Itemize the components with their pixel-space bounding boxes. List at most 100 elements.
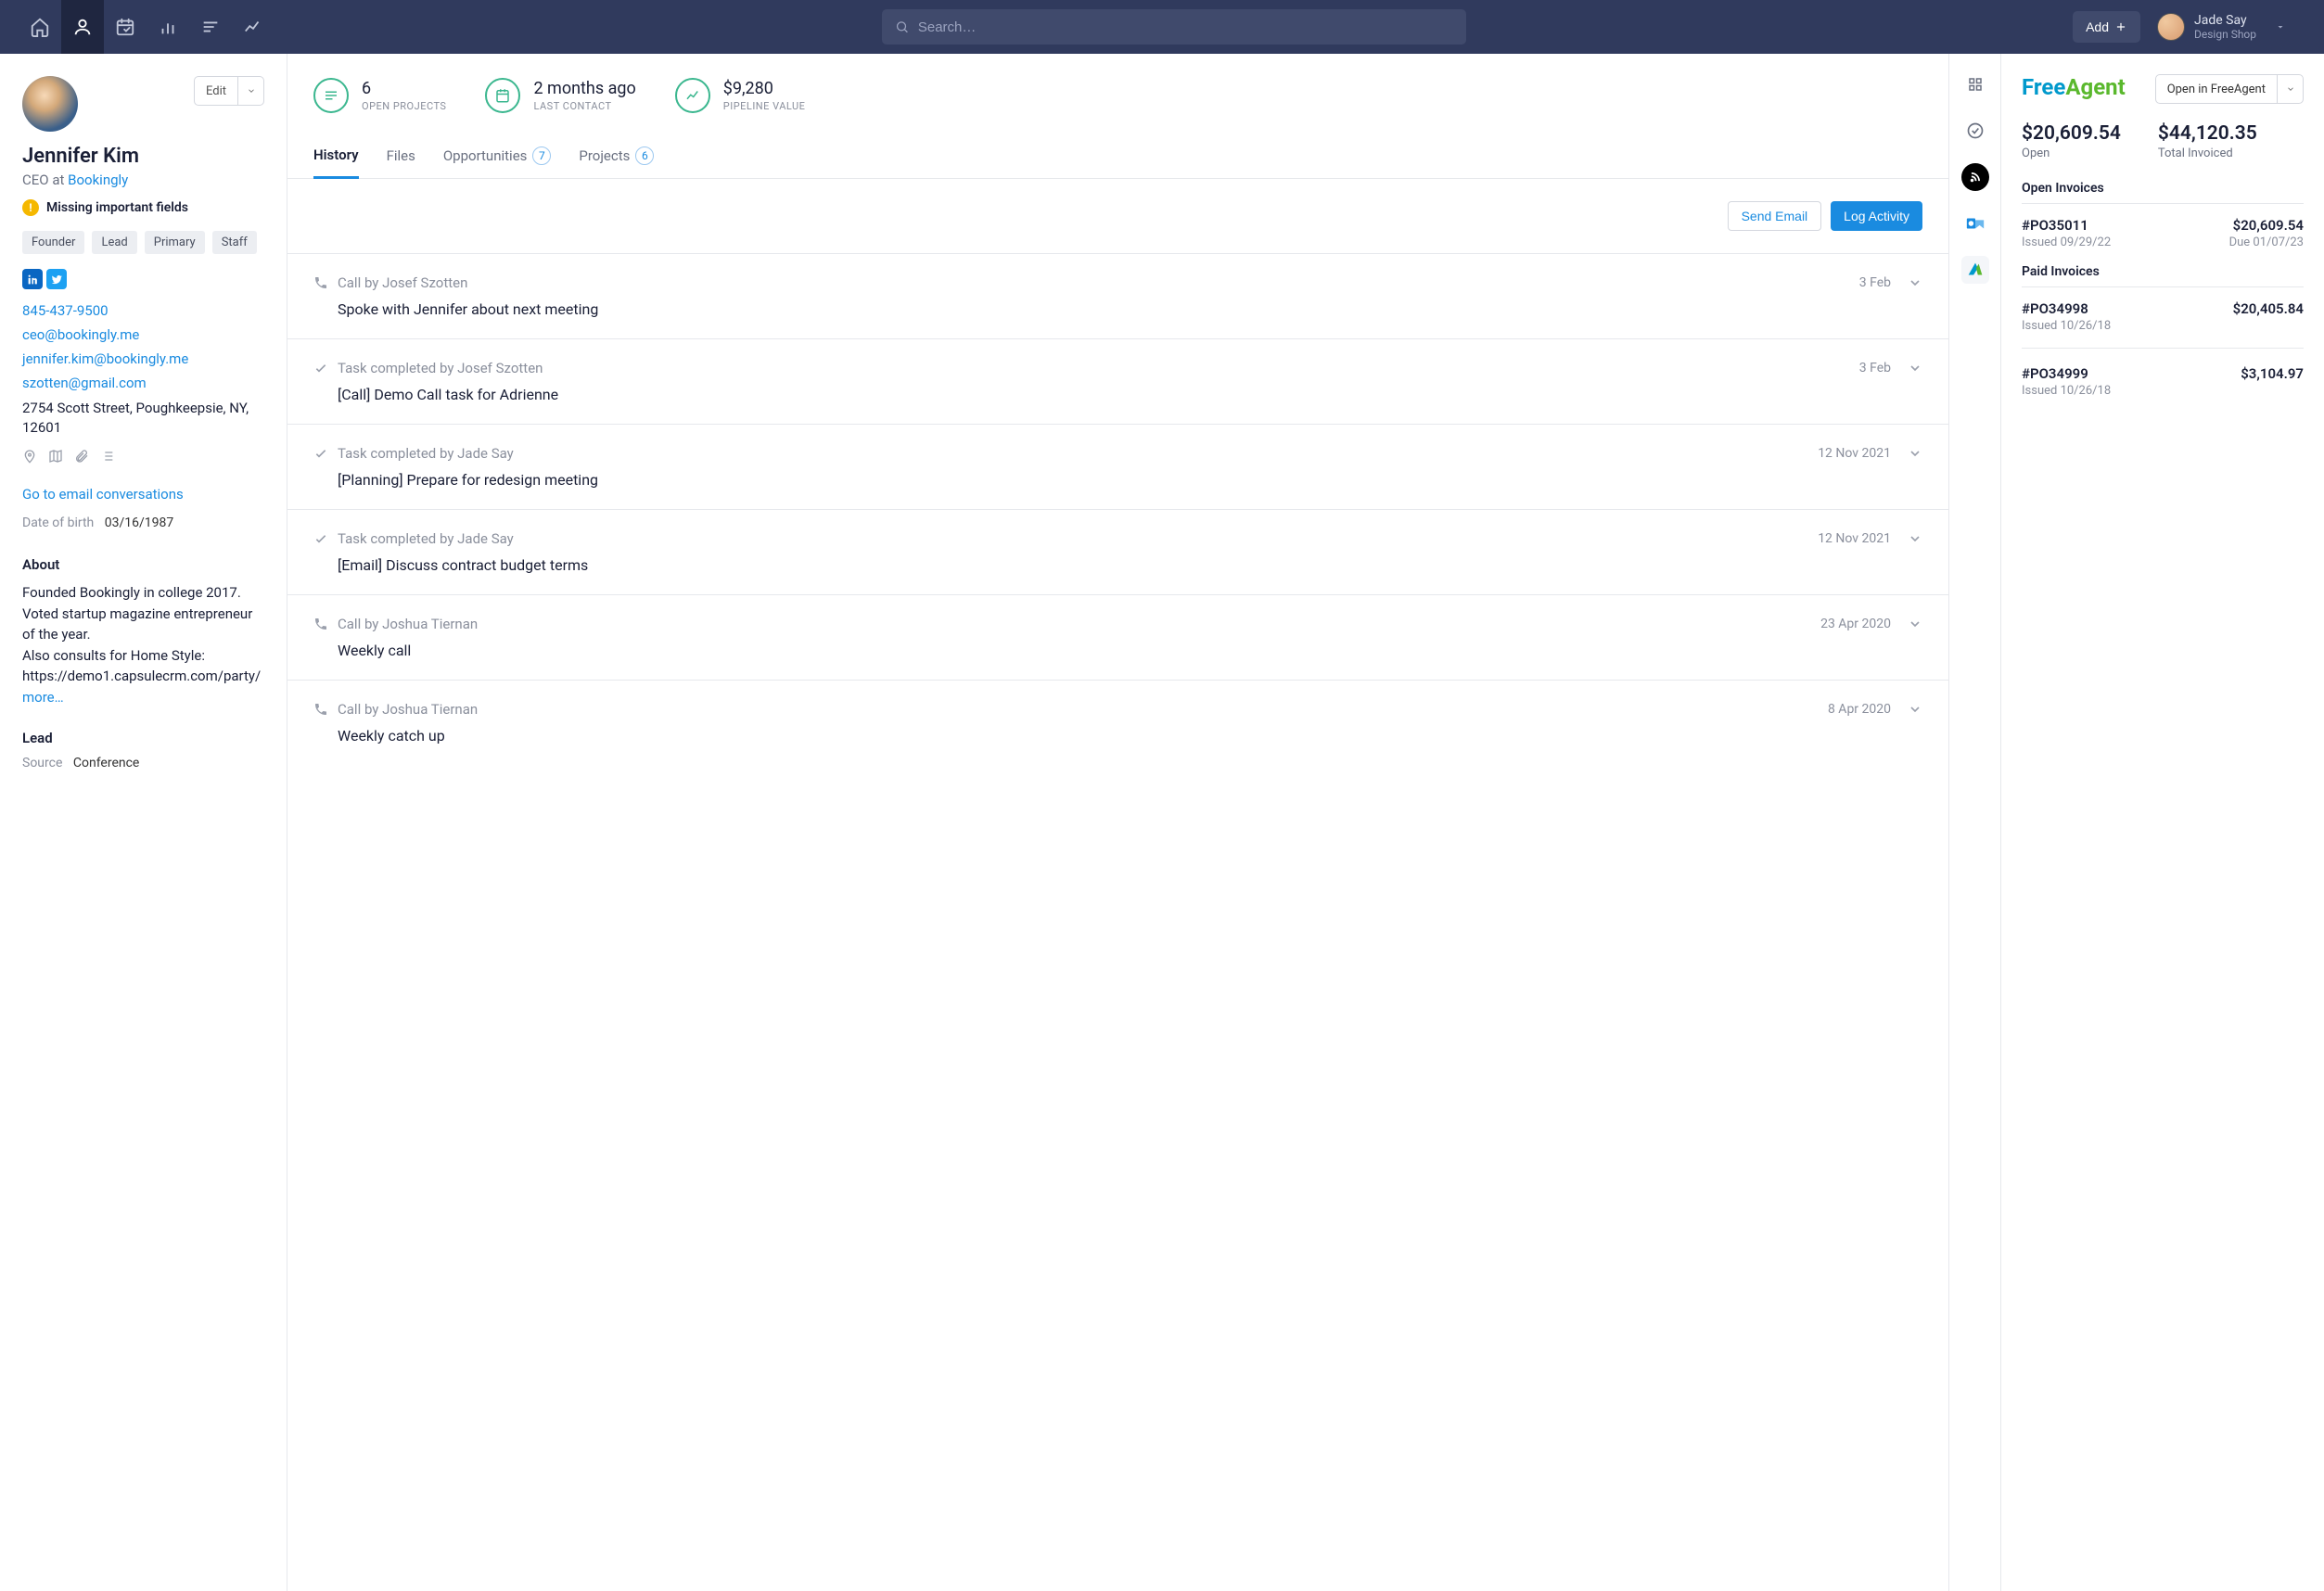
people-icon[interactable] — [61, 0, 104, 54]
tabs: History Files Opportunities7 Projects6 — [287, 137, 1948, 179]
open-freeagent-dropdown[interactable] — [2277, 75, 2303, 103]
stats-row: 6OPEN PROJECTS 2 months agoLAST CONTACT … — [287, 54, 1948, 137]
feed-item[interactable]: Task completed by Josef Szotten 3 Feb [C… — [287, 339, 1948, 425]
log-activity-button[interactable]: Log Activity — [1831, 201, 1922, 231]
tab-history[interactable]: History — [313, 137, 359, 179]
company-link[interactable]: Bookingly — [68, 172, 128, 188]
chevron-down-icon[interactable] — [1908, 275, 1922, 290]
about-text: Founded Bookingly in college 2017. Voted… — [22, 582, 264, 707]
tag[interactable]: Staff — [212, 231, 257, 254]
check-circle-icon[interactable] — [1961, 117, 1989, 145]
tab-badge: 7 — [532, 146, 551, 165]
contact-name: Jennifer Kim — [22, 145, 264, 168]
warning-row[interactable]: ! Missing important fields — [22, 199, 264, 216]
freeagent-panel: FreeAgent Open in FreeAgent $20,609.54 O… — [2001, 54, 2324, 1591]
edit-dropdown[interactable] — [237, 77, 263, 105]
tab-badge: 6 — [635, 146, 654, 165]
address: 2754 Scott Street, Poughkeepsie, NY, 126… — [22, 399, 264, 438]
chevron-down-icon — [2275, 21, 2286, 32]
edit-button[interactable]: Edit — [194, 76, 264, 106]
freeagent-icon[interactable] — [1961, 256, 1989, 284]
main-content: 6OPEN PROJECTS 2 months agoLAST CONTACT … — [287, 54, 1949, 1591]
feed-item[interactable]: Call by Joshua Tiernan 23 Apr 2020 Weekl… — [287, 595, 1948, 681]
phone-icon — [313, 617, 328, 631]
chevron-down-icon[interactable] — [1908, 617, 1922, 631]
chevron-down-icon[interactable] — [1908, 702, 1922, 717]
email-link[interactable]: jennifer.kim@bookingly.me — [22, 350, 264, 367]
dob-value: 03/16/1987 — [105, 515, 174, 530]
invoice-due: Due 01/07/23 — [2229, 235, 2304, 249]
user-avatar — [2157, 13, 2185, 41]
search-input[interactable] — [918, 19, 1453, 35]
calendar-icon — [485, 78, 520, 113]
email-conversations-link[interactable]: Go to email conversations — [22, 486, 264, 503]
email-link[interactable]: ceo@bookingly.me — [22, 326, 264, 343]
paperclip-icon[interactable] — [74, 449, 89, 464]
search-box[interactable] — [882, 9, 1466, 45]
edit-label[interactable]: Edit — [195, 77, 237, 105]
tab-projects[interactable]: Projects6 — [579, 137, 654, 178]
feed-by: Task completed by Jade Say — [338, 445, 1808, 462]
actions-row: Send Email Log Activity — [287, 179, 1948, 254]
stat-open-projects[interactable]: 6OPEN PROJECTS — [313, 78, 446, 113]
map-icon[interactable] — [48, 449, 63, 464]
open-freeagent-label[interactable]: Open in FreeAgent — [2156, 83, 2277, 96]
trend-icon[interactable] — [232, 0, 275, 54]
stat-pipeline[interactable]: $9,280 PIPELINE VALUE — [675, 78, 806, 113]
list-icon[interactable] — [100, 449, 115, 464]
tab-opportunities[interactable]: Opportunities7 — [443, 137, 552, 178]
open-freeagent-button[interactable]: Open in FreeAgent — [2155, 74, 2304, 104]
chevron-down-icon[interactable] — [1908, 361, 1922, 375]
invoice-row[interactable]: #PO34999 Issued 10/26/18 $3,104.97 — [2022, 365, 2304, 398]
stat-label: PIPELINE VALUE — [723, 100, 806, 112]
nav-icon-group — [19, 0, 275, 54]
user-shop: Design Shop — [2194, 28, 2256, 41]
tag[interactable]: Founder — [22, 231, 84, 254]
twitter-icon[interactable] — [46, 269, 67, 289]
chevron-down-icon[interactable] — [1908, 531, 1922, 546]
apps-icon[interactable] — [1961, 70, 1989, 98]
phone-link[interactable]: 845-437-9500 — [22, 302, 264, 319]
tag[interactable]: Lead — [92, 231, 136, 254]
feed-item[interactable]: Call by Josef Szotten 3 Feb Spoke with J… — [287, 254, 1948, 339]
tab-files[interactable]: Files — [387, 137, 415, 178]
feed-item[interactable]: Task completed by Jade Say 12 Nov 2021 [… — [287, 425, 1948, 510]
feed-date: 23 Apr 2020 — [1820, 617, 1891, 631]
rss-icon[interactable] — [1961, 163, 1989, 191]
add-button[interactable]: Add — [2073, 11, 2140, 43]
stat-value: $9,280 — [723, 79, 806, 98]
phone-icon — [313, 702, 328, 717]
send-email-button[interactable]: Send Email — [1728, 201, 1822, 231]
invoice-row[interactable]: #PO34998 Issued 10/26/18 $20,405.84 — [2022, 300, 2304, 333]
user-menu[interactable]: Jade Say Design Shop — [2157, 13, 2305, 41]
outlook-icon[interactable] — [1961, 210, 1989, 237]
chart-icon[interactable] — [147, 0, 189, 54]
home-icon[interactable] — [19, 0, 61, 54]
total-invoiced: $44,120.35 Total Invoiced — [2158, 122, 2257, 160]
chevron-down-icon[interactable] — [1908, 446, 1922, 461]
feed-title: [Planning] Prepare for redesign meeting — [338, 471, 1922, 489]
calendar-icon[interactable] — [104, 0, 147, 54]
email-link[interactable]: szotten@gmail.com — [22, 375, 264, 391]
feed-item[interactable]: Task completed by Jade Say 12 Nov 2021 [… — [287, 510, 1948, 595]
more-link[interactable]: more… — [22, 689, 64, 706]
invoice-issued: Issued 10/26/18 — [2022, 319, 2111, 333]
meta-icons — [22, 449, 264, 464]
stat-last-contact[interactable]: 2 months agoLAST CONTACT — [485, 78, 635, 113]
trend-up-icon — [675, 78, 710, 113]
contact-details: 845-437-9500 ceo@bookingly.me jennifer.k… — [22, 302, 264, 438]
tag[interactable]: Primary — [145, 231, 205, 254]
invoice-row[interactable]: #PO35011 Issued 09/29/22 $20,609.54 Due … — [2022, 217, 2304, 249]
invoice-id: #PO34999 — [2022, 365, 2111, 382]
top-navigation: Add Jade Say Design Shop — [0, 0, 2324, 54]
feed-date: 8 Apr 2020 — [1828, 702, 1891, 717]
social-links — [22, 269, 264, 289]
list-icon[interactable] — [189, 0, 232, 54]
open-invoices-header: Open Invoices — [2022, 181, 2304, 204]
phone-icon — [313, 275, 328, 290]
feed-item[interactable]: Call by Joshua Tiernan 8 Apr 2020 Weekly… — [287, 681, 1948, 765]
feed-by: Call by Josef Szotten — [338, 274, 1850, 291]
pin-icon[interactable] — [22, 449, 37, 464]
contact-avatar — [22, 76, 78, 132]
linkedin-icon[interactable] — [22, 269, 43, 289]
